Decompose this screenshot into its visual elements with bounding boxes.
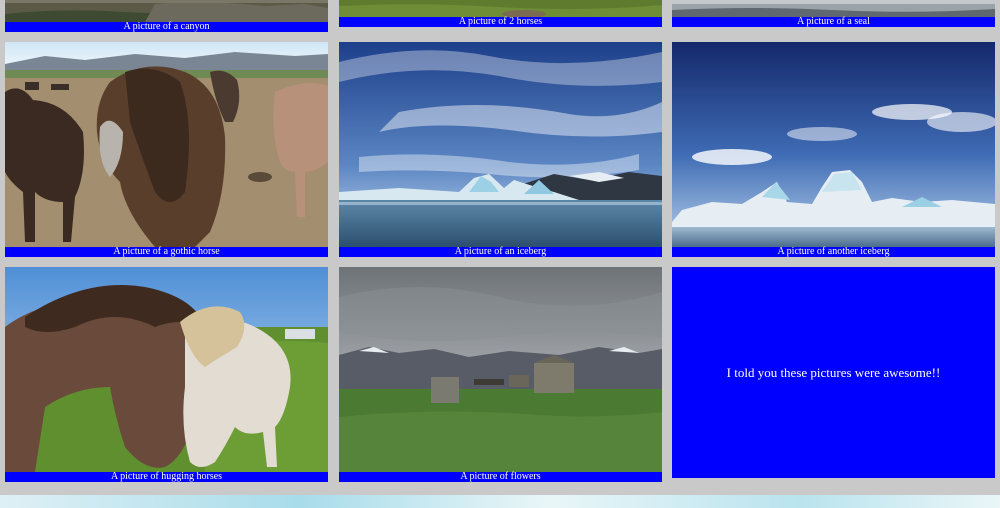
- gallery-card-another-iceberg[interactable]: A picture of another iceberg: [672, 42, 995, 257]
- hugging-horses-caption: A picture of hugging horses: [5, 472, 328, 482]
- two-horses-caption: A picture of 2 horses: [339, 17, 662, 27]
- gallery-card-hugging-horses[interactable]: A picture of hugging horses: [5, 267, 328, 482]
- awesome-message-text: I told you these pictures were awesome!!: [726, 364, 941, 380]
- awesome-message-card: I told you these pictures were awesome!!: [672, 267, 995, 478]
- flowers-caption: A picture of flowers: [339, 472, 662, 482]
- two-horses-image: [339, 0, 662, 17]
- hugging-horses-image: [5, 267, 328, 472]
- canyon-caption: A picture of a canyon: [5, 22, 328, 32]
- bottom-banner-image: [0, 495, 1000, 508]
- seal-image: [672, 0, 995, 17]
- gallery-card-seal[interactable]: A picture of a seal: [672, 0, 995, 27]
- gothic-horse-caption: A picture of a gothic horse: [5, 247, 328, 257]
- gallery-card-canyon[interactable]: A picture of a canyon: [5, 0, 328, 32]
- iceberg-image: [339, 42, 662, 247]
- gallery-card-2-horses[interactable]: A picture of 2 horses: [339, 0, 662, 27]
- gallery-card-gothic-horse[interactable]: A picture of a gothic horse: [5, 42, 328, 257]
- gallery-card-iceberg[interactable]: A picture of an iceberg: [339, 42, 662, 257]
- gallery-card-flowers[interactable]: A picture of flowers: [339, 267, 662, 482]
- another-iceberg-caption: A picture of another iceberg: [672, 247, 995, 257]
- flowers-image: [339, 267, 662, 472]
- another-iceberg-image: [672, 42, 995, 247]
- iceberg-caption: A picture of an iceberg: [339, 247, 662, 257]
- seal-caption: A picture of a seal: [672, 17, 995, 27]
- gothic-horse-image: [5, 42, 328, 247]
- canyon-image: [5, 0, 328, 22]
